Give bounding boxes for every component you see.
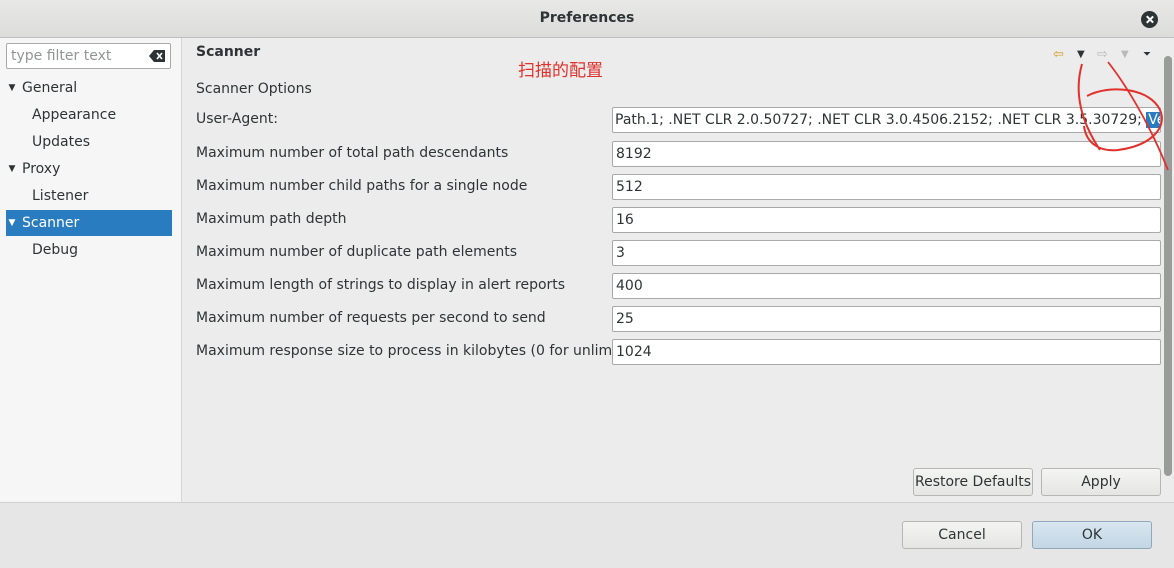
field-label-string-length: Maximum length of strings to display in … bbox=[196, 277, 566, 293]
back-menu-icon[interactable]: ▼ bbox=[1077, 46, 1085, 64]
section-heading: Scanner Options bbox=[196, 81, 312, 97]
sidebar-item-label: Debug bbox=[32, 242, 79, 258]
sidebar-item-debug[interactable]: Debug bbox=[6, 237, 172, 263]
back-arrow-icon[interactable]: ⇦ bbox=[1053, 46, 1064, 64]
expand-arrow-icon[interactable]: ▼ bbox=[6, 156, 18, 182]
close-icon[interactable] bbox=[1141, 11, 1158, 28]
sidebar-item-general[interactable]: ▼ General bbox=[6, 75, 172, 101]
expand-arrow-icon[interactable]: ▼ bbox=[6, 210, 18, 236]
window-title: Preferences bbox=[539, 10, 635, 26]
filter-box[interactable] bbox=[6, 43, 171, 69]
field-label-response-size: Maximum response size to process in kilo… bbox=[196, 343, 645, 359]
ok-button[interactable]: OK bbox=[1032, 521, 1152, 549]
user-agent-label: User-Agent: bbox=[196, 111, 278, 127]
scrollbar-thumb[interactable] bbox=[1164, 56, 1172, 476]
sidebar-item-label: Scanner bbox=[22, 215, 80, 231]
field-value: 1024 bbox=[616, 344, 652, 360]
user-agent-selected-text: Vega/1.0 bbox=[1146, 112, 1160, 128]
field-value: 512 bbox=[616, 179, 643, 195]
requests-per-second-field[interactable]: 25 bbox=[612, 306, 1161, 332]
sidebar-item-scanner[interactable]: ▼ Scanner bbox=[6, 210, 172, 236]
field-label-duplicate-path-elements: Maximum number of duplicate path element… bbox=[196, 244, 518, 260]
clear-filter-icon[interactable] bbox=[149, 50, 165, 62]
sidebar-item-label: Listener bbox=[32, 188, 89, 204]
sidebar-item-label: Updates bbox=[32, 134, 90, 150]
user-agent-field[interactable]: Path.1; .NET CLR 2.0.50727; .NET CLR 3.0… bbox=[612, 107, 1161, 133]
sidebar-item-appearance[interactable]: Appearance bbox=[6, 102, 172, 128]
apply-button[interactable]: Apply bbox=[1041, 468, 1161, 496]
preference-panel: Scanner 扫描的配置 ⇦ ▼ ⇨ ▼ ⏷ Scanner Options … bbox=[183, 38, 1174, 502]
page-title: Scanner bbox=[196, 44, 261, 60]
restore-defaults-button[interactable]: Restore Defaults bbox=[913, 468, 1033, 496]
sidebar-item-proxy[interactable]: ▼ Proxy bbox=[6, 156, 172, 182]
filter-input[interactable] bbox=[11, 47, 146, 65]
response-size-field[interactable]: 1024 bbox=[612, 339, 1161, 365]
expand-arrow-icon[interactable]: ▼ bbox=[6, 75, 18, 101]
field-label-total-path-descendants: Maximum number of total path descendants bbox=[196, 145, 509, 161]
string-length-field[interactable]: 400 bbox=[612, 273, 1161, 299]
user-agent-value: Path.1; .NET CLR 2.0.50727; .NET CLR 3.0… bbox=[615, 112, 1160, 128]
view-menu-icon[interactable]: ⏷ bbox=[1143, 46, 1151, 64]
cancel-button[interactable]: Cancel bbox=[902, 521, 1022, 549]
total-path-descendants-field[interactable]: 8192 bbox=[612, 141, 1161, 167]
sidebar-item-label: Proxy bbox=[22, 161, 61, 177]
path-depth-field[interactable]: 16 bbox=[612, 207, 1161, 233]
sidebar-item-listener[interactable]: Listener bbox=[6, 183, 172, 209]
field-value: 3 bbox=[616, 245, 625, 261]
field-label-child-paths: Maximum number child paths for a single … bbox=[196, 178, 528, 194]
forward-menu-icon[interactable]: ▼ bbox=[1121, 46, 1129, 64]
field-value: 25 bbox=[616, 311, 634, 327]
title-bar: Preferences bbox=[0, 0, 1174, 38]
annotation-text: 扫描的配置 bbox=[518, 61, 603, 81]
field-value: 8192 bbox=[616, 146, 652, 162]
scrollbar[interactable] bbox=[1162, 38, 1174, 502]
duplicate-path-elements-field[interactable]: 3 bbox=[612, 240, 1161, 266]
field-value: 400 bbox=[616, 278, 643, 294]
child-paths-field[interactable]: 512 bbox=[612, 174, 1161, 200]
dialog-footer: Cancel OK bbox=[0, 502, 1174, 568]
user-agent-text: Path.1; .NET CLR 2.0.50727; .NET CLR 3.0… bbox=[615, 112, 1147, 128]
sidebar-item-label: Appearance bbox=[32, 107, 117, 123]
field-label-path-depth: Maximum path depth bbox=[196, 211, 347, 227]
field-value: 16 bbox=[616, 212, 634, 228]
forward-arrow-icon[interactable]: ⇨ bbox=[1097, 46, 1108, 64]
navigation-toolbar: ⇦ ▼ ⇨ ▼ ⏷ bbox=[1051, 46, 1163, 64]
sidebar-item-label: General bbox=[22, 80, 78, 96]
sidebar-item-updates[interactable]: Updates bbox=[6, 129, 172, 155]
sidebar: ▼ General Appearance Updates ▼ Proxy Lis… bbox=[0, 38, 182, 502]
field-label-requests-per-second: Maximum number of requests per second to… bbox=[196, 310, 546, 326]
